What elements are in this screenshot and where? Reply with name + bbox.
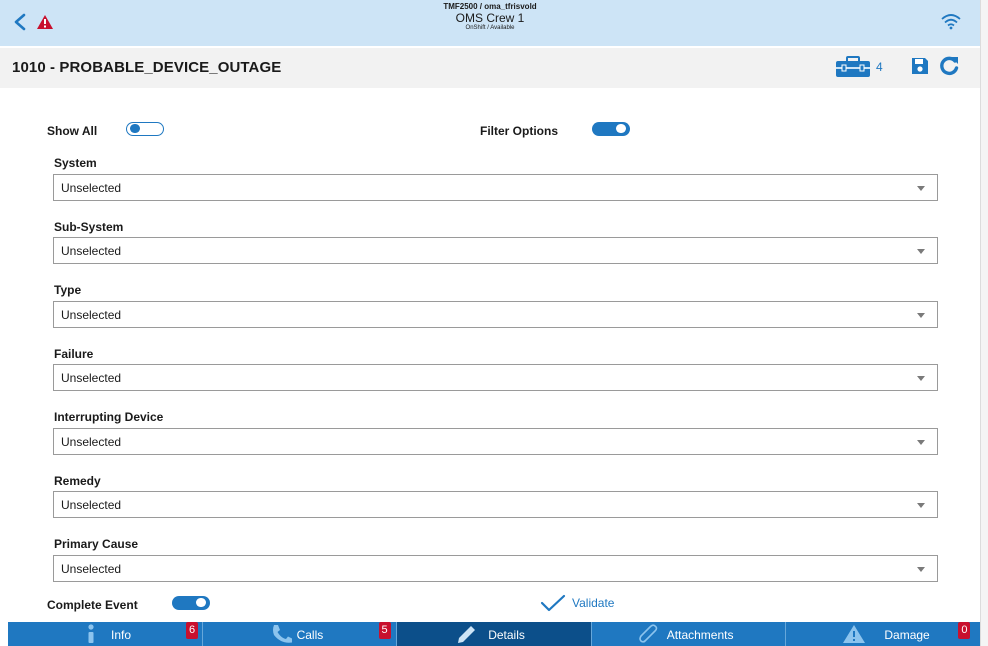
tab-calls[interactable]: Calls 5 [202,622,398,646]
top-header: TMF2500 / oma_tfrisvold OMS Crew 1 OnShi… [0,0,980,46]
interrupting-device-select[interactable]: Unselected [53,428,938,455]
damage-badge: 0 [958,622,971,639]
caret-down-icon [917,376,925,381]
tab-label-details: Details [488,628,525,642]
sub-system-select[interactable]: Unselected [53,237,938,264]
filter-options-label: Filter Options [480,124,558,138]
page-title: 1010 - PROBABLE_DEVICE_OUTAGE [12,59,282,76]
caret-down-icon [917,186,925,191]
caret-down-icon [917,440,925,445]
validate-label: Validate [572,596,615,610]
tab-label-damage: Damage [884,628,930,642]
select-value: Unselected [61,244,122,258]
caret-down-icon [917,567,925,572]
tab-label-calls: Calls [296,628,324,642]
wifi-icon [941,14,961,30]
caret-down-icon [917,249,925,254]
select-value: Unselected [61,181,122,195]
show-all-toggle[interactable] [126,122,164,136]
calls-badge: 5 [378,622,391,639]
toolbox-icon[interactable] [835,56,871,78]
show-all-label: Show All [47,124,98,138]
select-value: Unselected [61,371,122,385]
checkmark-icon [540,594,566,612]
shift-status: OnShift / Available [465,25,515,31]
toggle-knob [130,124,140,133]
select-value: Unselected [61,498,122,512]
scrollbar[interactable] [980,0,988,646]
refresh-icon[interactable] [938,55,960,77]
info-badge: 6 [186,622,198,639]
complete-event-label: Complete Event [47,598,138,612]
crew-name: OMS Crew 1 [455,11,525,25]
system-select[interactable]: Unselected [53,174,938,201]
phone-icon [272,625,292,643]
tab-info[interactable]: Info 6 [8,622,203,646]
field-label-primary-cause: Primary Cause [54,537,139,551]
failure-select[interactable]: Unselected [53,364,938,391]
tab-label-info: Info [111,628,132,642]
type-select[interactable]: Unselected [53,301,938,328]
tab-label-attachments: Attachments [666,628,734,642]
pencil-icon [458,626,476,643]
info-icon [88,624,94,643]
title-bar: 1010 - PROBABLE_DEVICE_OUTAGE 4 [0,48,980,88]
field-label-remedy: Remedy [54,474,101,488]
toggle-knob [196,598,206,607]
toggle-knob [616,124,626,133]
field-label-system: System [54,156,97,170]
bottom-tab-bar: Info 6 Calls 5 Details Attachments Damag… [8,622,980,646]
crew-status: TMF2500 / oma_tfrisvold OMS Crew 1 OnShi… [390,2,590,32]
warning-icon [843,625,866,643]
tab-attachments[interactable]: Attachments [591,622,787,646]
field-label-sub-system: Sub-System [54,220,124,234]
save-icon[interactable] [910,56,930,76]
paperclip-icon [638,624,658,643]
primary-cause-select[interactable]: Unselected [53,555,938,582]
select-value: Unselected [61,308,122,322]
caret-down-icon [917,313,925,318]
toolbox-count: 4 [876,60,883,74]
field-label-interrupting-device: Interrupting Device [54,410,164,424]
device-user: TMF2500 / oma_tfrisvold [443,2,537,11]
field-label-type: Type [54,283,82,297]
remedy-select[interactable]: Unselected [53,491,938,518]
select-value: Unselected [61,435,122,449]
alert-icon[interactable] [36,14,54,30]
caret-down-icon [917,503,925,508]
chevron-left-icon [14,13,26,31]
tab-details[interactable]: Details [397,622,592,646]
tab-damage[interactable]: Damage 0 [786,622,980,646]
complete-event-toggle[interactable] [172,596,210,610]
filter-options-toggle[interactable] [592,122,630,136]
select-value: Unselected [61,562,122,576]
field-label-failure: Failure [54,347,94,361]
validate-button[interactable]: Validate [540,594,614,612]
back-button[interactable] [8,10,32,34]
